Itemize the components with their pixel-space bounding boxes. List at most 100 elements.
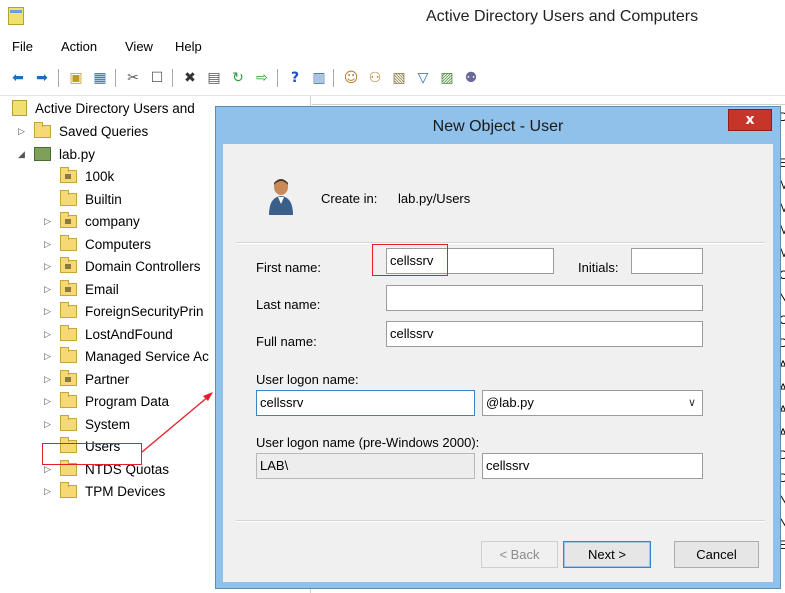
- tree-item-label: System: [85, 416, 131, 432]
- tree-item-saved-queries[interactable]: ▷ Saved Queries: [18, 121, 148, 141]
- new-user-icon[interactable]: ☺: [341, 68, 361, 88]
- expand-arrow-icon[interactable]: ▷: [44, 306, 54, 317]
- pre2000-label: User logon name (pre-Windows 2000):: [256, 435, 480, 450]
- expand-arrow-icon[interactable]: ▷: [18, 126, 28, 137]
- new-object-user-dialog: New Object - User x Create in: lab.py/Us…: [215, 106, 781, 589]
- tree-item-email[interactable]: ▷ Email: [44, 279, 119, 299]
- chevron-down-icon: ∨: [687, 397, 696, 409]
- pre2000-name-field[interactable]: cellssrv: [482, 453, 703, 479]
- toolbar-separator: [277, 69, 278, 87]
- folder-icon: [60, 346, 77, 363]
- tree-item-label: Saved Queries: [59, 123, 149, 139]
- tree-item-label: 100k: [85, 168, 115, 184]
- folder-icon: [60, 391, 77, 408]
- export-list-icon[interactable]: ⇨: [252, 68, 272, 88]
- tree-item-lostandfound[interactable]: ▷ LostAndFound: [44, 324, 173, 344]
- back-button[interactable]: < Back: [481, 541, 558, 568]
- console-tree-icon[interactable]: ▥: [309, 68, 329, 88]
- tree-item-label: Email: [85, 281, 119, 297]
- expand-arrow-icon[interactable]: ▷: [44, 239, 54, 250]
- first-name-label: First name:: [256, 260, 322, 275]
- expand-arrow-icon[interactable]: ▷: [44, 419, 54, 430]
- tree-item-tpm-devices[interactable]: ▷ TPM Devices: [44, 481, 165, 501]
- users-highlight-box: [42, 443, 142, 465]
- expand-arrow-icon[interactable]: ▷: [44, 464, 54, 475]
- folder-icon: [60, 189, 77, 206]
- tree-item-system[interactable]: ▷ System: [44, 414, 130, 434]
- cut-icon[interactable]: ✂: [123, 68, 143, 88]
- new-ou-icon[interactable]: ▧: [389, 68, 409, 88]
- first-name-highlight-box: [372, 244, 448, 276]
- full-name-label: Full name:: [256, 334, 317, 349]
- tree-item-label: Computers: [85, 236, 152, 252]
- expand-arrow-icon[interactable]: ▷: [44, 261, 54, 272]
- folder-icon: [34, 121, 51, 138]
- forward-arrow-icon[interactable]: ➡: [32, 68, 52, 88]
- expand-arrow-icon[interactable]: ▷: [44, 351, 54, 362]
- domain-suffix-value: @lab.py: [486, 395, 534, 410]
- tree-item-company[interactable]: ▷ company: [44, 211, 140, 231]
- close-button[interactable]: x: [728, 109, 772, 131]
- menu-view[interactable]: View: [125, 39, 153, 54]
- tree-item-managed-service[interactable]: ▷ Managed Service Ac: [44, 346, 209, 366]
- toolbar-separator: [58, 69, 59, 87]
- collapse-arrow-icon[interactable]: ◢: [18, 149, 28, 160]
- pre2000-domain-field: LAB\: [256, 453, 475, 479]
- properties-icon[interactable]: ▦: [90, 68, 110, 88]
- logon-name-field[interactable]: cellssrv: [256, 390, 475, 416]
- help-icon[interactable]: ?: [285, 68, 305, 88]
- full-name-field[interactable]: cellssrv: [386, 321, 703, 347]
- cancel-button[interactable]: Cancel: [674, 541, 759, 568]
- divider: [236, 520, 765, 522]
- copy-icon[interactable]: ☐: [147, 68, 167, 88]
- last-name-label: Last name:: [256, 297, 321, 312]
- window-title: Active Directory Users and Computers: [426, 8, 699, 25]
- domain-suffix-select[interactable]: @lab.py ∨: [482, 390, 703, 416]
- tree-item-domain[interactable]: ◢ lab.py: [18, 144, 95, 164]
- last-name-field[interactable]: [386, 285, 703, 311]
- initials-field[interactable]: [631, 248, 703, 274]
- back-arrow-icon[interactable]: ⬅: [8, 68, 28, 88]
- delegate-icon[interactable]: ⚉: [461, 68, 481, 88]
- folder-icon: [60, 414, 77, 431]
- tree-item-100k[interactable]: 100k: [44, 166, 114, 186]
- create-in-value: lab.py/Users: [398, 191, 471, 206]
- menu-action[interactable]: Action: [61, 39, 97, 54]
- tree-item-program-data[interactable]: ▷ Program Data: [44, 391, 169, 411]
- delete-icon[interactable]: ✖: [180, 68, 200, 88]
- logon-name-label: User logon name:: [256, 372, 359, 387]
- tree-item-label: Domain Controllers: [85, 258, 201, 274]
- folder-icon: [60, 301, 77, 318]
- tree-root-label: Active Directory Users and: [35, 100, 195, 116]
- tree-item-builtin[interactable]: Builtin: [44, 189, 122, 209]
- expand-arrow-icon[interactable]: ▷: [44, 216, 54, 227]
- ou-folder-icon: [60, 256, 77, 273]
- expand-arrow-icon[interactable]: ▷: [44, 329, 54, 340]
- filter-icon[interactable]: ▽: [413, 68, 433, 88]
- list-header: [312, 96, 785, 105]
- tree-item-label: Managed Service Ac: [85, 348, 209, 364]
- tree-item-partner[interactable]: ▷ Partner: [44, 369, 129, 389]
- create-in-label: Create in:: [321, 191, 378, 206]
- dialog-body: Create in: lab.py/Users First name: cell…: [223, 144, 773, 582]
- expand-arrow-icon[interactable]: ▷: [44, 374, 54, 385]
- ou-folder-icon: [60, 211, 77, 228]
- expand-arrow-icon[interactable]: ▷: [44, 486, 54, 497]
- find-icon[interactable]: ▨: [437, 68, 457, 88]
- tree-item-domain-controllers[interactable]: ▷ Domain Controllers: [44, 256, 201, 276]
- expand-arrow-icon[interactable]: ▷: [44, 284, 54, 295]
- up-folder-icon[interactable]: ▣: [66, 68, 86, 88]
- tree-item-label: Partner: [85, 371, 130, 387]
- tree-item-computers[interactable]: ▷ Computers: [44, 234, 151, 254]
- expand-arrow-icon[interactable]: ▷: [44, 396, 54, 407]
- toolbar: ⬅ ➡ ▣ ▦ ✂ ☐ ✖ ▤ ↻ ⇨ ? ▥ ☺ ⚇ ▧ ▽ ▨ ⚉: [0, 60, 785, 96]
- export-icon[interactable]: ▤: [204, 68, 224, 88]
- tree-root[interactable]: Active Directory Users and: [12, 98, 195, 118]
- tree-item-foreign-security[interactable]: ▷ ForeignSecurityPrin: [44, 301, 204, 321]
- refresh-icon[interactable]: ↻: [228, 68, 248, 88]
- new-group-icon[interactable]: ⚇: [365, 68, 385, 88]
- menu-help[interactable]: Help: [175, 39, 202, 54]
- menu-file[interactable]: File: [12, 39, 33, 54]
- tree-item-label: ForeignSecurityPrin: [85, 303, 204, 319]
- next-button[interactable]: Next >: [563, 541, 651, 568]
